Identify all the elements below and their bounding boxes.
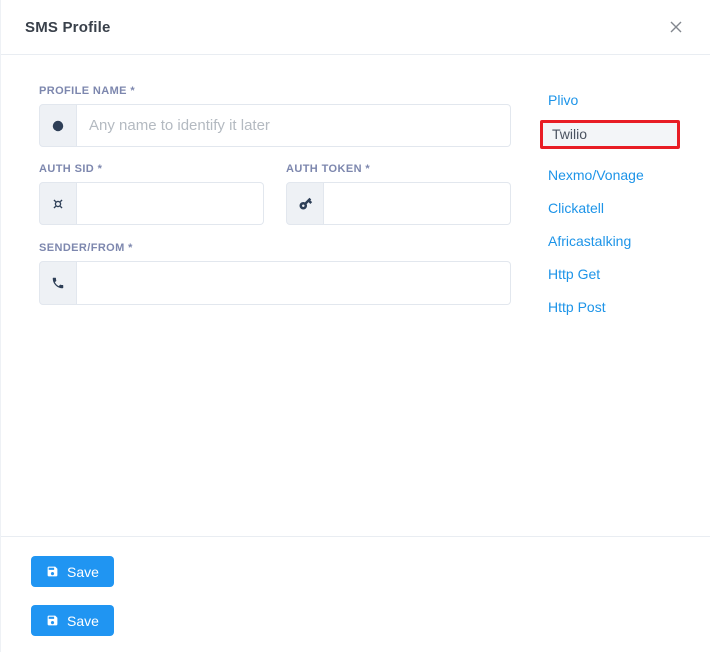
provider-link-africastalking[interactable]: Africastalking [540,234,631,248]
profile-name-group: PROFILE NAME * [39,85,511,147]
close-icon [668,19,684,35]
floppy-disk-icon [46,614,59,627]
modal-body: PROFILE NAME * AUTH SID * [1,55,710,536]
modal-footer: Save Save [1,536,710,652]
provider-link-http-get[interactable]: Http Get [540,267,600,281]
key-icon [286,182,324,225]
auth-token-group: AUTH TOKEN * [286,163,511,225]
sender-from-group: SENDER/FROM * [39,242,511,305]
provider-link-http-post[interactable]: Http Post [540,300,606,314]
save-button[interactable]: Save [31,556,114,587]
modal-title: SMS Profile [25,19,111,36]
provider-link-plivo[interactable]: Plivo [540,93,578,107]
save-button-label: Save [67,564,99,580]
close-button[interactable] [666,17,686,37]
auth-sid-group: AUTH SID * [39,163,264,225]
floppy-disk-icon [46,565,59,578]
sender-from-label: SENDER/FROM * [39,242,511,254]
provider-link-nexmo-vonage[interactable]: Nexmo/Vonage [540,168,644,182]
provider-link-clickatell[interactable]: Clickatell [540,201,604,215]
profile-name-input[interactable] [77,104,511,147]
phone-icon [39,261,77,305]
modal-header: SMS Profile [1,0,710,55]
sms-profile-modal: SMS Profile PROFILE NAME * [0,0,710,652]
auth-row: AUTH SID * AUTH TOKEN * [39,163,511,225]
auth-token-label: AUTH TOKEN * [286,163,511,175]
circle-icon [39,104,77,147]
sms-profile-form: PROFILE NAME * AUTH SID * [39,85,511,536]
save-button-secondary[interactable]: Save [31,605,114,636]
provider-item-twilio-selected[interactable]: Twilio [540,120,680,149]
auth-sid-label: AUTH SID * [39,163,264,175]
auth-token-input[interactable] [324,182,511,225]
sender-from-input[interactable] [77,261,511,305]
crosshair-icon [39,182,77,225]
save-button-2-label: Save [67,613,99,629]
auth-sid-input[interactable] [77,182,264,225]
provider-list-panel: Plivo Twilio Nexmo/Vonage Clickatell Afr… [540,85,680,536]
profile-name-label: PROFILE NAME * [39,85,511,97]
